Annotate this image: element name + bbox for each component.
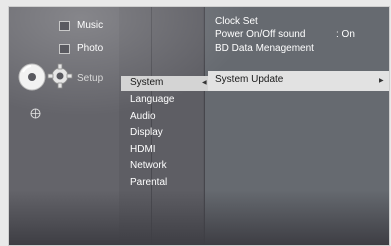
globe-icon xyxy=(30,108,41,119)
disc-icon xyxy=(18,63,46,91)
music-icon xyxy=(59,21,70,31)
system-item-power-sound[interactable]: Power On/Off sound xyxy=(215,29,305,41)
setup-menu-column xyxy=(119,7,203,245)
system-item-bd-data[interactable]: BD Data Menagement xyxy=(215,43,314,55)
setup-item-display[interactable]: Display xyxy=(130,127,163,139)
setup-item-audio[interactable]: Audio xyxy=(130,111,156,123)
setup-item-network[interactable]: Network xyxy=(130,160,167,172)
gear-icon xyxy=(47,63,73,89)
system-item-clock-set[interactable]: Clock Set xyxy=(215,16,258,28)
right-arrow-icon: ▶ xyxy=(379,78,384,84)
main-menu-item-music[interactable]: Music xyxy=(77,20,103,32)
main-menu-item-setup[interactable]: Setup xyxy=(77,73,103,85)
left-arrow-icon: ◀ xyxy=(202,80,207,86)
setup-item-hdmi[interactable]: HDMI xyxy=(130,144,156,156)
photo-icon xyxy=(59,44,70,54)
menu-screen: Music Photo Setup System ◀ Language Audi… xyxy=(8,6,390,246)
system-item-system-update[interactable]: System Update xyxy=(215,74,283,86)
setup-item-system[interactable]: System xyxy=(130,77,163,89)
setup-item-language[interactable]: Language xyxy=(130,94,175,106)
power-sound-value: : On xyxy=(336,29,355,40)
column-divider xyxy=(151,7,152,245)
setup-item-parental[interactable]: Parental xyxy=(130,177,167,189)
main-menu-item-photo[interactable]: Photo xyxy=(77,43,103,55)
